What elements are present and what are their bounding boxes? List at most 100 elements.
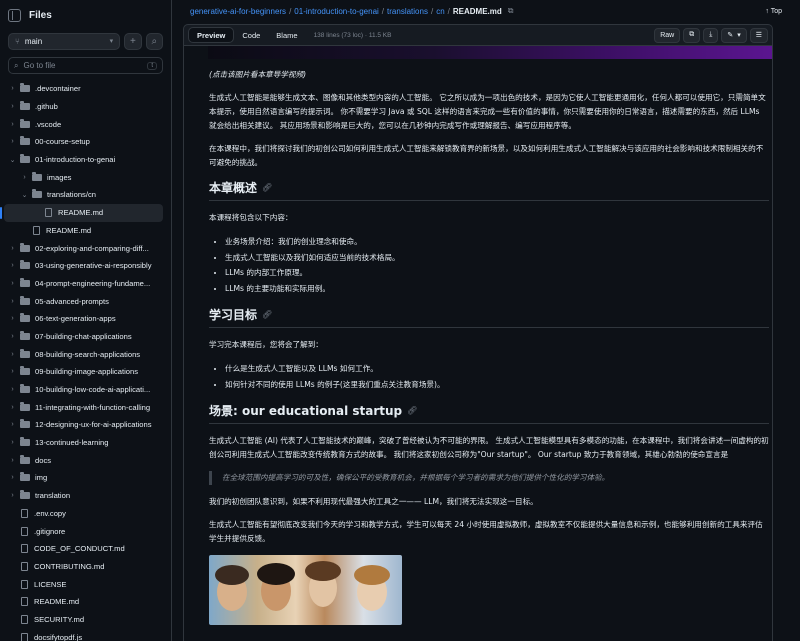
- tree-folder-item[interactable]: › 09-building-image-applications: [0, 363, 171, 381]
- chevron-right-icon[interactable]: ›: [8, 439, 17, 446]
- breadcrumb-folder-link[interactable]: translations: [387, 7, 428, 16]
- folder-icon: [20, 83, 30, 93]
- tree-file-item[interactable]: CONTRIBUTING.md: [0, 558, 171, 576]
- tree-folder-item[interactable]: › docs: [0, 451, 171, 469]
- chevron-right-icon[interactable]: ›: [8, 404, 17, 411]
- chevron-right-icon[interactable]: ›: [8, 298, 17, 305]
- breadcrumb-folder-link[interactable]: cn: [436, 7, 444, 16]
- tree-folder-item[interactable]: › 03-using-generative-ai-responsibly: [0, 257, 171, 275]
- tree-folder-item[interactable]: › img: [0, 469, 171, 487]
- photo-figure: [354, 565, 390, 585]
- scenario-paragraph: 生成式人工智能有望彻底改变我们今天的学习和教学方式，学生可以每天 24 小时使用…: [209, 520, 763, 543]
- chevron-right-icon[interactable]: ›: [8, 474, 17, 481]
- chevron-right-icon[interactable]: ›: [8, 85, 17, 92]
- folder-icon: [20, 330, 30, 340]
- chevron-right-icon[interactable]: ›: [8, 245, 17, 252]
- tree-file-item[interactable]: README.md: [0, 222, 171, 240]
- chevron-right-icon[interactable]: ›: [8, 315, 17, 322]
- go-to-file-input[interactable]: ⌕ Go to file t: [8, 57, 163, 74]
- file-icon: [33, 225, 40, 235]
- tree-folder-item[interactable]: › .github: [0, 98, 171, 116]
- tree-folder-item[interactable]: › 08-building-search-applications: [0, 345, 171, 363]
- folder-icon: [20, 242, 30, 252]
- folder-icon: [20, 490, 30, 500]
- tree-file-item[interactable]: CODE_OF_CONDUCT.md: [0, 540, 171, 558]
- copy-icon: ⧉: [689, 31, 695, 38]
- copy-button[interactable]: ⧉: [683, 27, 701, 43]
- tree-item-label: images: [47, 172, 72, 182]
- tab-code[interactable]: Code: [234, 27, 268, 43]
- chevron-right-icon[interactable]: ›: [8, 368, 17, 375]
- tree-item-label: LICENSE: [34, 579, 67, 589]
- chevron-right-icon[interactable]: ›: [8, 103, 17, 110]
- download-button[interactable]: ⤓: [703, 27, 719, 43]
- tab-preview[interactable]: Preview: [188, 27, 235, 43]
- search-files-button[interactable]: ⌕: [145, 32, 163, 50]
- chevron-right-icon[interactable]: ›: [8, 386, 17, 393]
- tree-folder-item[interactable]: › 07-building-chat-applications: [0, 328, 171, 346]
- copy-path-icon[interactable]: ⧉: [508, 6, 514, 16]
- chevron-right-icon[interactable]: ›: [8, 262, 17, 269]
- go-to-file-placeholder: Go to file: [23, 61, 56, 70]
- anchor-link-icon[interactable]: 🔗︎: [262, 183, 272, 192]
- tree-folder-item[interactable]: › translation: [0, 487, 171, 505]
- tree-file-item[interactable]: docsifytopdf.js: [0, 628, 171, 641]
- chevron-right-icon[interactable]: ›: [8, 351, 17, 358]
- search-icon: ⌕: [14, 60, 19, 70]
- tree-item-label: 13-continued-learning: [35, 438, 109, 448]
- chevron-right-icon[interactable]: ›: [8, 138, 17, 145]
- chevron-right-icon[interactable]: ›: [8, 492, 17, 499]
- tree-folder-item[interactable]: › .vscode: [0, 115, 171, 133]
- tree-folder-item[interactable]: › 02-exploring-and-comparing-diff...: [0, 239, 171, 257]
- readme-content: (点击该图片看本章导学视频) 生成式人工智能是能够生成文本、图像和其他类型内容的…: [183, 46, 773, 641]
- video-thumbnail[interactable]: [208, 46, 772, 59]
- chevron-right-icon[interactable]: ›: [8, 121, 17, 128]
- raw-button[interactable]: Raw: [654, 27, 681, 43]
- breadcrumb-repo-link[interactable]: generative-ai-for-beginners: [190, 7, 286, 16]
- chevron-right-icon[interactable]: ›: [8, 333, 17, 340]
- heading-goals: 学习目标 🔗︎: [209, 306, 769, 328]
- tree-folder-item[interactable]: › images: [0, 168, 171, 186]
- tree-folder-item[interactable]: ⌄ translations/cn: [0, 186, 171, 204]
- tree-item-label: CONTRIBUTING.md: [34, 561, 105, 571]
- tree-folder-item[interactable]: › 00-course-setup: [0, 133, 171, 151]
- outline-button[interactable]: ☰: [749, 27, 768, 43]
- tree-file-item[interactable]: README.md: [0, 593, 171, 611]
- tree-file-item[interactable]: .env.copy: [0, 505, 171, 523]
- breadcrumb-folder-link[interactable]: 01-introduction-to-genai: [294, 7, 379, 16]
- top-link[interactable]: ↑ Top: [765, 8, 782, 15]
- tree-folder-item[interactable]: › 13-continued-learning: [0, 434, 171, 452]
- tree-folder-item[interactable]: › 10-building-low-code-ai-applicati...: [0, 381, 171, 399]
- tab-blame[interactable]: Blame: [268, 27, 305, 43]
- chevron-right-icon[interactable]: ›: [8, 457, 17, 464]
- anchor-link-icon[interactable]: 🔗︎: [407, 406, 417, 415]
- collapse-panel-icon[interactable]: [8, 8, 21, 22]
- tree-folder-item[interactable]: › 04-prompt-engineering-fundame...: [0, 275, 171, 293]
- chevron-right-icon[interactable]: ›: [8, 421, 17, 428]
- tree-file-item[interactable]: SECURITY.md: [0, 611, 171, 629]
- goals-list: 什么是生成式人工智能以及 LLMs 如何工作。 如何针对不同的使用 LLMs 的…: [209, 361, 769, 392]
- tree-item-label: README.md: [46, 225, 92, 235]
- tree-folder-item[interactable]: › .devcontainer: [0, 80, 171, 98]
- list-item: LLMs 的主要功能和实际用例。: [225, 281, 769, 297]
- tree-folder-item[interactable]: › 05-advanced-prompts: [0, 292, 171, 310]
- tree-folder-item[interactable]: › 06-text-generation-apps: [0, 310, 171, 328]
- tree-file-item[interactable]: README.md: [0, 203, 163, 222]
- file-icon: [21, 561, 28, 571]
- tree-folder-item[interactable]: ⌄ 01-introduction-to-genai: [0, 151, 171, 169]
- chevron-right-icon[interactable]: ›: [8, 280, 17, 287]
- tree-folder-item[interactable]: › 11-integrating-with-function-calling: [0, 398, 171, 416]
- anchor-link-icon[interactable]: 🔗︎: [262, 310, 272, 319]
- chevron-right-icon[interactable]: ›: [20, 174, 29, 181]
- add-file-button[interactable]: +: [124, 32, 142, 50]
- tree-file-item[interactable]: LICENSE: [0, 575, 171, 593]
- tree-folder-item[interactable]: › 12-designing-ux-for-ai-applications: [0, 416, 171, 434]
- edit-button[interactable]: ✎ ▾: [721, 27, 747, 43]
- chevron-down-icon[interactable]: ⌄: [20, 191, 29, 199]
- tree-file-item[interactable]: .gitignore: [0, 522, 171, 540]
- branch-selector[interactable]: ⑂ main ▾: [8, 32, 121, 50]
- chevron-down-icon[interactable]: ⌄: [8, 156, 17, 164]
- sidebar-controls: ⑂ main ▾ + ⌕: [0, 30, 171, 52]
- list-item: LLMs 的内部工作原理。: [225, 265, 769, 281]
- pencil-icon: ✎: [727, 32, 734, 39]
